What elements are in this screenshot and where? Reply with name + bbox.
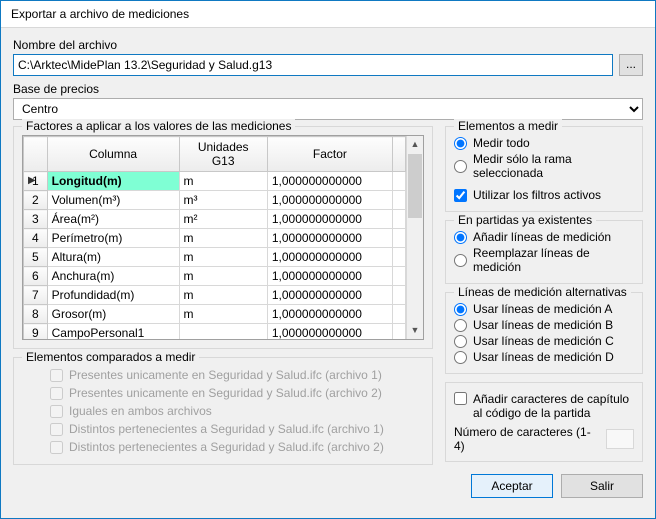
filename-label: Nombre del archivo: [13, 38, 643, 52]
row-number[interactable]: 4: [24, 229, 48, 248]
cell-factor[interactable]: 1,000000000000: [267, 324, 392, 340]
table-row[interactable]: 8Grosor(m)m1,000000000000: [24, 305, 406, 324]
table-scrollbar[interactable]: ▲ ▼: [406, 136, 423, 339]
col-header-unidades[interactable]: Unidades G13: [179, 137, 267, 172]
col-header-extra[interactable]: [392, 137, 405, 172]
compared-item: Distintos pertenecientes a Seguridad y S…: [22, 420, 424, 438]
row-number[interactable]: 5: [24, 248, 48, 267]
cell-extra[interactable]: [392, 172, 405, 191]
cell-extra[interactable]: [392, 305, 405, 324]
check-chapter-chars[interactable]: Añadir caracteres de capítulo al código …: [454, 391, 634, 421]
compared-item: Iguales en ambos archivos: [22, 402, 424, 420]
radio-alt-d[interactable]: Usar líneas de medición D: [454, 349, 634, 365]
cell-factor[interactable]: 1,000000000000: [267, 305, 392, 324]
compared-item: Distintos pertenecientes a Seguridad y S…: [22, 438, 424, 456]
altlines-group-title: Líneas de medición alternativas: [454, 285, 631, 299]
numchars-input[interactable]: [606, 429, 634, 449]
table-row[interactable]: 3Área(m²)m²1,000000000000: [24, 210, 406, 229]
cell-columna[interactable]: Grosor(m): [47, 305, 179, 324]
cell-extra[interactable]: [392, 248, 405, 267]
rowhead-header[interactable]: [24, 137, 48, 172]
row-number[interactable]: ▶1: [24, 172, 48, 191]
cell-unidades[interactable]: m: [179, 305, 267, 324]
cell-columna[interactable]: Altura(m): [47, 248, 179, 267]
cell-unidades[interactable]: m: [179, 267, 267, 286]
browse-button[interactable]: ...: [619, 54, 643, 76]
col-header-factor[interactable]: Factor: [267, 137, 392, 172]
table-row[interactable]: 7Profundidad(m)m1,000000000000: [24, 286, 406, 305]
radio-measure-branch[interactable]: Medir sólo la rama seleccionada: [454, 151, 634, 181]
col-header-columna[interactable]: Columna: [47, 137, 179, 172]
cell-factor[interactable]: 1,000000000000: [267, 248, 392, 267]
cell-extra[interactable]: [392, 286, 405, 305]
cell-unidades[interactable]: m³: [179, 191, 267, 210]
window-title: Exportar a archivo de mediciones: [1, 1, 655, 28]
row-pointer-icon: ▶: [28, 175, 36, 186]
cell-extra[interactable]: [392, 229, 405, 248]
cell-columna[interactable]: Volumen(m³): [47, 191, 179, 210]
ok-button[interactable]: Aceptar: [471, 474, 553, 498]
table-row[interactable]: ▶1Longitud(m)m1,000000000000: [24, 172, 406, 191]
pricebase-select[interactable]: Centro: [13, 98, 643, 120]
row-number[interactable]: 9: [24, 324, 48, 340]
scroll-up-icon[interactable]: ▲: [407, 136, 423, 153]
cell-extra[interactable]: [392, 324, 405, 340]
cell-columna[interactable]: Longitud(m): [47, 172, 179, 191]
cell-unidades[interactable]: m: [179, 172, 267, 191]
dialog-content: Nombre del archivo ... Base de precios C…: [1, 28, 655, 518]
scroll-thumb[interactable]: [408, 154, 422, 218]
cell-unidades[interactable]: m: [179, 229, 267, 248]
cell-factor[interactable]: 1,000000000000: [267, 191, 392, 210]
radio-alt-a[interactable]: Usar líneas de medición A: [454, 301, 634, 317]
compared-item: Presentes unicamente en Seguridad y Salu…: [22, 384, 424, 402]
cell-columna[interactable]: Área(m²): [47, 210, 179, 229]
cell-factor[interactable]: 1,000000000000: [267, 210, 392, 229]
cell-extra[interactable]: [392, 191, 405, 210]
cell-unidades[interactable]: m²: [179, 210, 267, 229]
row-number[interactable]: 3: [24, 210, 48, 229]
factors-table[interactable]: Columna Unidades G13 Factor ▶1Longitud(m…: [22, 135, 424, 340]
cell-extra[interactable]: [392, 210, 405, 229]
table-row[interactable]: 4Perímetro(m)m1,000000000000: [24, 229, 406, 248]
factors-group-title: Factores a aplicar a los valores de las …: [22, 119, 295, 133]
measure-group-title: Elementos a medir: [454, 119, 562, 133]
table-row[interactable]: 5Altura(m)m1,000000000000: [24, 248, 406, 267]
cell-factor[interactable]: 1,000000000000: [267, 229, 392, 248]
cell-columna[interactable]: Anchura(m): [47, 267, 179, 286]
cell-unidades[interactable]: m: [179, 248, 267, 267]
table-row[interactable]: 6Anchura(m)m1,000000000000: [24, 267, 406, 286]
table-row[interactable]: 9CampoPersonal1 1,000000000000: [24, 324, 406, 340]
numchars-label: Número de caracteres (1-4): [454, 425, 600, 453]
cancel-button[interactable]: Salir: [561, 474, 643, 498]
pricebase-label: Base de precios: [13, 82, 643, 96]
cell-factor[interactable]: 1,000000000000: [267, 267, 392, 286]
cell-extra[interactable]: [392, 267, 405, 286]
row-number[interactable]: 7: [24, 286, 48, 305]
radio-measure-all[interactable]: Medir todo: [454, 135, 634, 151]
cell-columna[interactable]: CampoPersonal1: [47, 324, 179, 340]
table-row[interactable]: 2Volumen(m³)m³1,000000000000: [24, 191, 406, 210]
radio-alt-b[interactable]: Usar líneas de medición B: [454, 317, 634, 333]
cell-factor[interactable]: 1,000000000000: [267, 172, 392, 191]
check-filters[interactable]: Utilizar los filtros activos: [454, 187, 634, 203]
radio-existing-replace[interactable]: Reemplazar líneas de medición: [454, 245, 634, 275]
filename-input[interactable]: [13, 54, 613, 76]
scroll-down-icon[interactable]: ▼: [407, 322, 423, 339]
compared-item: Presentes unicamente en Seguridad y Salu…: [22, 366, 424, 384]
existing-group-title: En partidas ya existentes: [454, 213, 596, 227]
cell-unidades[interactable]: [179, 324, 267, 340]
export-dialog: Exportar a archivo de mediciones Nombre …: [0, 0, 656, 519]
radio-alt-c[interactable]: Usar líneas de medición C: [454, 333, 634, 349]
row-number[interactable]: 6: [24, 267, 48, 286]
cell-columna[interactable]: Profundidad(m): [47, 286, 179, 305]
cell-columna[interactable]: Perímetro(m): [47, 229, 179, 248]
radio-existing-add[interactable]: Añadir líneas de medición: [454, 229, 634, 245]
row-number[interactable]: 8: [24, 305, 48, 324]
cell-factor[interactable]: 1,000000000000: [267, 286, 392, 305]
compared-group-title: Elementos comparados a medir: [22, 350, 199, 364]
cell-unidades[interactable]: m: [179, 286, 267, 305]
row-number[interactable]: 2: [24, 191, 48, 210]
